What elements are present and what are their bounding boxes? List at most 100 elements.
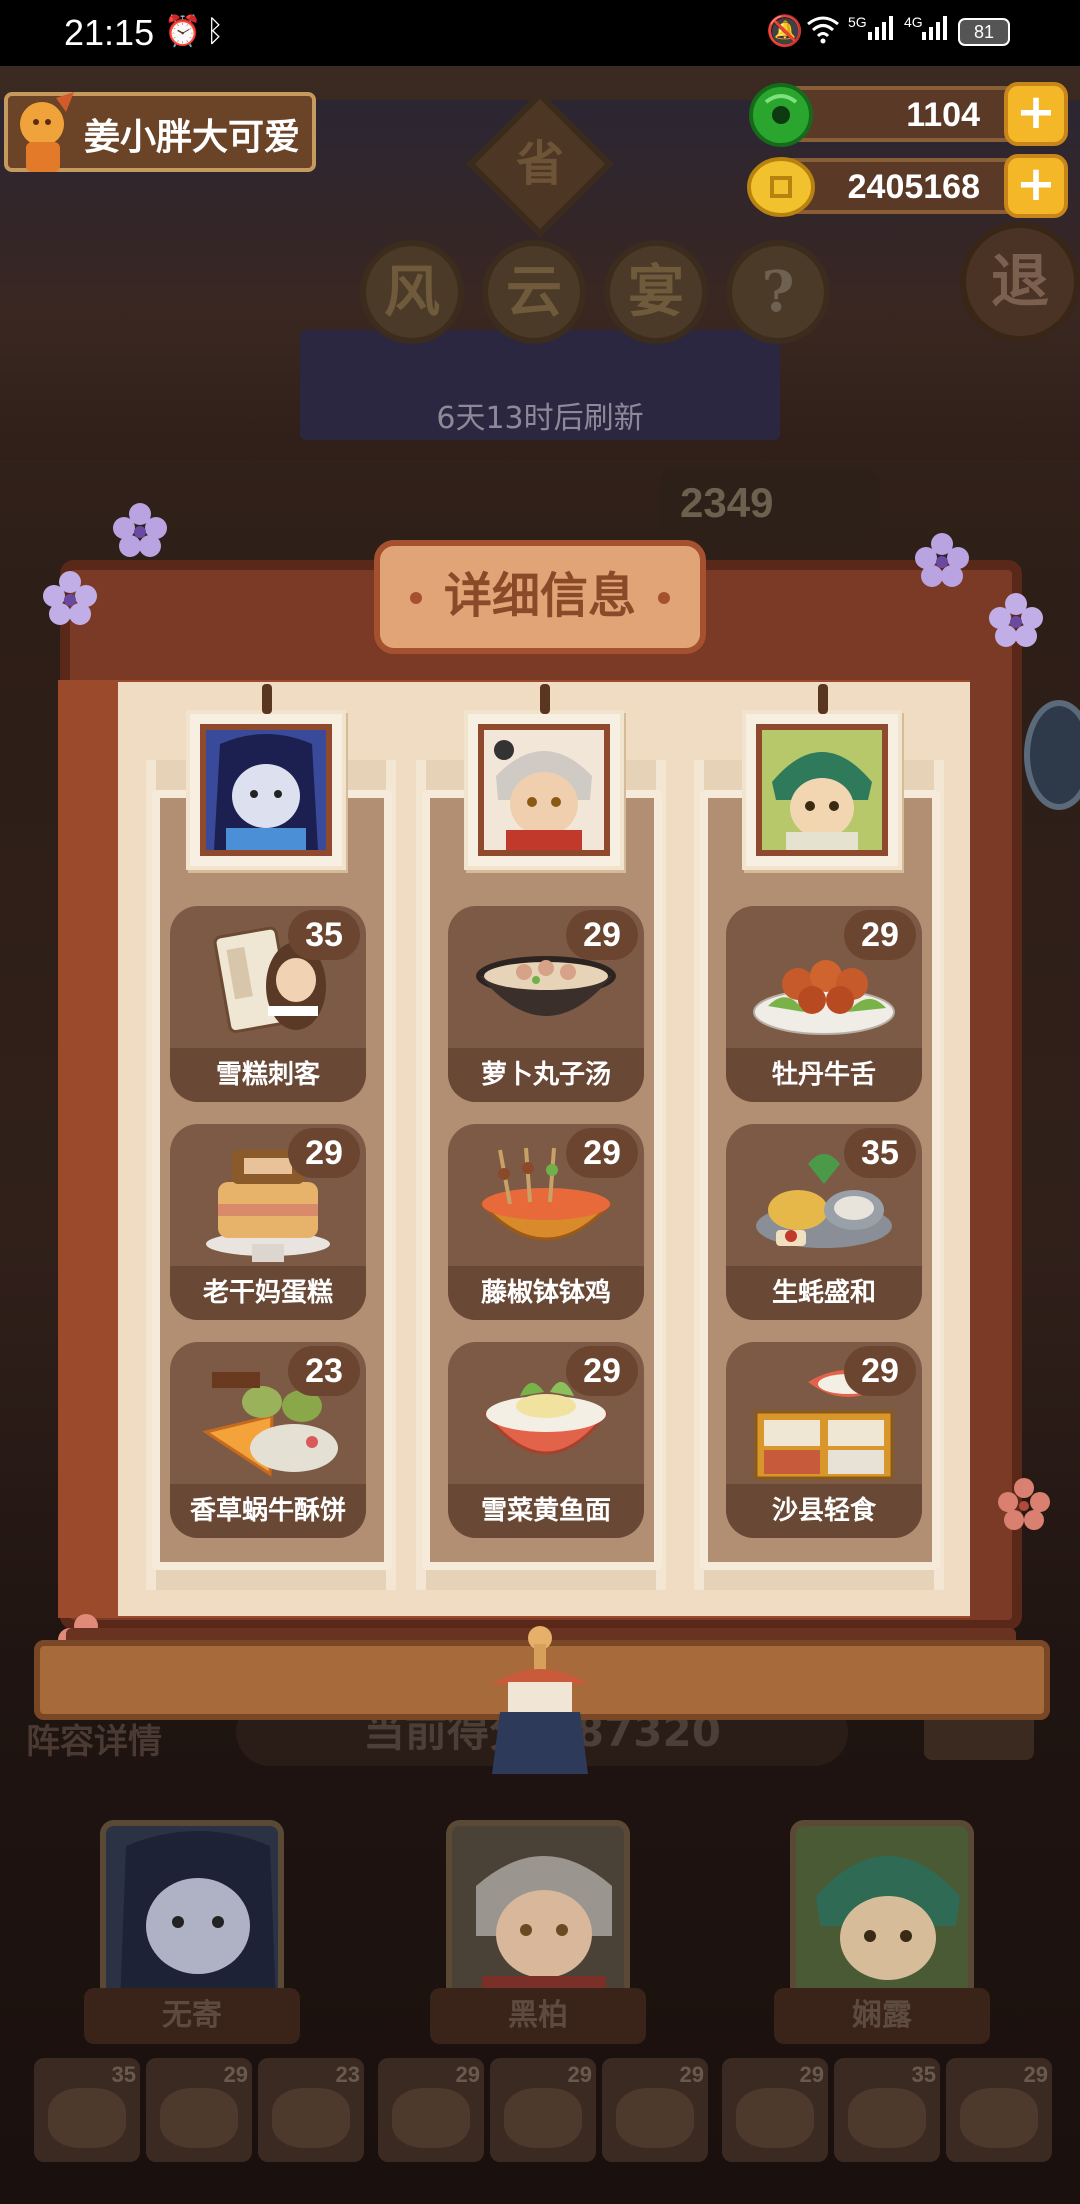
player-badge[interactable]: 姜小胖大可爱 (4, 92, 316, 172)
character-portrait-1[interactable] (186, 684, 346, 870)
jade-amount: 1104 (906, 96, 980, 134)
lineup-dish-count: 29 (799, 2062, 824, 2087)
modal-title-plate: 详细信息 (374, 540, 706, 654)
dish-card[interactable]: 29 雪菜黄鱼面 (448, 1342, 644, 1538)
pink-flower-icon (994, 1474, 1054, 1534)
lineup-dish-6[interactable]: 29 (602, 2058, 708, 2162)
lineup-dish-count: 35 (111, 2062, 136, 2087)
title-char-feng: 风 (360, 240, 464, 344)
lineup-character-name-3: 娴露 (774, 1988, 990, 2044)
lineup-character-name-2: 黑柏 (430, 1988, 646, 2044)
lineup-dish-count: 23 (335, 2062, 360, 2087)
pin-icon (540, 684, 550, 714)
dish-name: 雪糕刺客 (170, 1048, 366, 1102)
character-portrait-3[interactable] (742, 684, 902, 870)
signal-icon-2 (920, 14, 950, 50)
lineup-dish-4[interactable]: 29 (378, 2058, 484, 2162)
dish-card[interactable]: 29 老干妈蛋糕 (170, 1124, 366, 1320)
lineup-dish-count: 29 (679, 2062, 704, 2087)
exit-button[interactable]: 退 (960, 222, 1080, 342)
lineup-dish-count: 29 (567, 2062, 592, 2087)
lineup-dish-2[interactable]: 29 (146, 2058, 252, 2162)
dish-count: 29 (566, 910, 638, 960)
dish-card[interactable]: 29 藤椒钵钵鸡 (448, 1124, 644, 1320)
coin-amount: 2405168 (847, 168, 980, 206)
dish-name: 藤椒钵钵鸡 (448, 1266, 644, 1320)
mute-icon: 🔕 (766, 14, 804, 49)
lineup-character-3[interactable] (790, 1820, 974, 2000)
jade-currency: 1104 + (749, 82, 1068, 147)
dish-name: 沙县轻食 (726, 1484, 922, 1538)
dish-card[interactable]: 35 雪糕刺客 (170, 906, 366, 1102)
dish-thumb-icon (848, 2088, 926, 2148)
dish-count: 29 (566, 1346, 638, 1396)
lineup-dish-7[interactable]: 29 (722, 2058, 828, 2162)
net-5g-label: 5G (848, 14, 867, 30)
add-jade-button[interactable]: + (1004, 82, 1068, 146)
dish-count: 35 (288, 910, 360, 960)
character-portrait-2[interactable] (464, 684, 624, 870)
dish-thumb-icon (48, 2088, 126, 2148)
add-coin-button[interactable]: + (1004, 154, 1068, 218)
heibai-portrait-icon (478, 724, 610, 856)
help-button[interactable]: ? (726, 240, 830, 344)
coin-icon (746, 152, 816, 222)
player-name: 姜小胖大可爱 (84, 117, 301, 158)
dish-count: 29 (288, 1128, 360, 1178)
lineup-details-label[interactable]: 阵容详情 (26, 1714, 162, 1763)
status-bar: 21:15 ⏰ ᛒ 🔕 5G 4G 81 (0, 0, 1080, 66)
clock: 21:15 (64, 12, 155, 53)
coin-currency: 2405168 + (747, 154, 1068, 218)
lineup-character-2[interactable] (446, 1820, 630, 2000)
title-char-yan: 宴 (604, 240, 708, 344)
dish-thumb-icon (160, 2088, 238, 2148)
dish-name: 香草蜗牛酥饼 (170, 1484, 366, 1538)
dish-thumb-icon (392, 2088, 470, 2148)
dish-card[interactable]: 23 香草蜗牛酥饼 (170, 1342, 366, 1538)
lineup-character-1[interactable] (100, 1820, 284, 2000)
dish-count: 29 (566, 1128, 638, 1178)
dish-thumb-icon (272, 2088, 350, 2148)
top-score-partial: 2349 (660, 468, 880, 538)
lineup-dish-count: 29 (455, 2062, 480, 2087)
modal-title: 详细信息 (443, 568, 636, 624)
pin-icon (818, 684, 828, 714)
flower-icon (912, 530, 972, 590)
dish-name: 生蚝盛和 (726, 1266, 922, 1320)
alarm-icon: ⏰ (164, 14, 202, 49)
dish-name: 老干妈蛋糕 (170, 1266, 366, 1320)
signal-icon-1 (866, 14, 896, 50)
tassel-icon (478, 1624, 602, 1774)
dish-thumb-icon (504, 2088, 582, 2148)
dish-count: 35 (844, 1128, 916, 1178)
dish-name: 萝卜丸子汤 (448, 1048, 644, 1102)
dish-count: 23 (288, 1346, 360, 1396)
dish-thumb-icon (960, 2088, 1038, 2148)
jade-icon (746, 80, 816, 150)
lineup-dish-8[interactable]: 35 (834, 2058, 940, 2162)
pin-icon (262, 684, 272, 714)
flower-icon (986, 590, 1046, 650)
lineup-dish-9[interactable]: 29 (946, 2058, 1052, 2162)
lineup-character-name-1: 无寄 (84, 1988, 300, 2044)
dish-name: 牡丹牛舌 (726, 1048, 922, 1102)
dish-card[interactable]: 35 生蚝盛和 (726, 1124, 922, 1320)
lineup-dish-3[interactable]: 23 (258, 2058, 364, 2162)
lineup-dish-count: 29 (223, 2062, 248, 2087)
refresh-timer: 6天13时后刷新 (436, 401, 644, 436)
lineup-dish-5[interactable]: 29 (490, 2058, 596, 2162)
title-char-yun: 云 (482, 240, 586, 344)
dish-card[interactable]: 29 牡丹牛舌 (726, 906, 922, 1102)
flower-icon (40, 568, 100, 628)
dish-thumb-icon (616, 2088, 694, 2148)
dish-card[interactable]: 29 沙县轻食 (726, 1342, 922, 1538)
dish-thumb-icon (736, 2088, 814, 2148)
lineup-dish-1[interactable]: 35 (34, 2058, 140, 2162)
province-char: 省 (515, 136, 564, 192)
dish-card[interactable]: 29 萝卜丸子汤 (448, 906, 644, 1102)
battery-icon: 81 (958, 18, 1010, 46)
dish-name: 雪菜黄鱼面 (448, 1484, 644, 1538)
xianlu-portrait-icon (756, 724, 888, 856)
player-avatar (12, 90, 80, 176)
lineup-dish-count: 29 (1023, 2062, 1048, 2087)
